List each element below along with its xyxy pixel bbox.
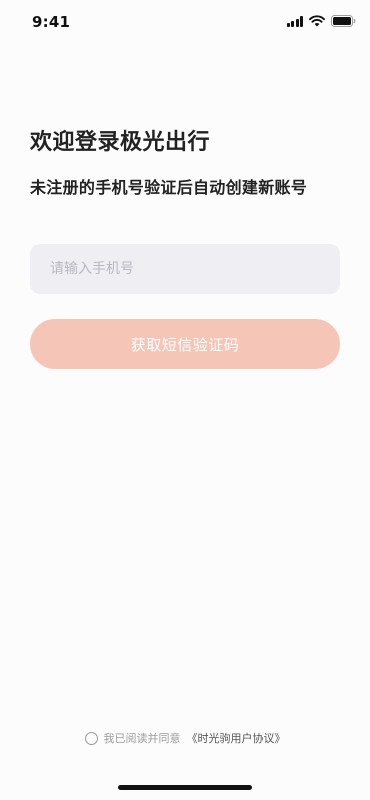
home-indicator[interactable] bbox=[118, 785, 252, 790]
page-subtitle: 未注册的手机号验证后自动创建新账号 bbox=[30, 178, 308, 197]
wifi-icon bbox=[309, 15, 325, 27]
login-screen: 9:41 欢迎登录极光出行 未注册的手机号验证后自动创建新账号 请输入手机号 获… bbox=[0, 0, 370, 800]
page-title: 欢迎登录极光出行 bbox=[30, 130, 211, 155]
battery-icon bbox=[331, 15, 356, 27]
get-sms-code-button[interactable]: 获取短信验证码 bbox=[30, 319, 340, 369]
status-icons bbox=[286, 15, 357, 27]
agreement-text: 我已阅读并同意 bbox=[103, 732, 181, 745]
user-agreement-link[interactable]: 《时光驹用户协议》 bbox=[187, 730, 286, 746]
agreement-checkbox[interactable] bbox=[84, 731, 98, 745]
status-bar: 9:41 bbox=[0, 0, 370, 44]
cellular-signal-icon bbox=[286, 15, 303, 27]
phone-number-input[interactable] bbox=[30, 244, 340, 294]
status-time: 9:41 bbox=[32, 13, 71, 31]
agreement-row: 我已阅读并同意 《时光驹用户协议》 bbox=[0, 730, 370, 746]
